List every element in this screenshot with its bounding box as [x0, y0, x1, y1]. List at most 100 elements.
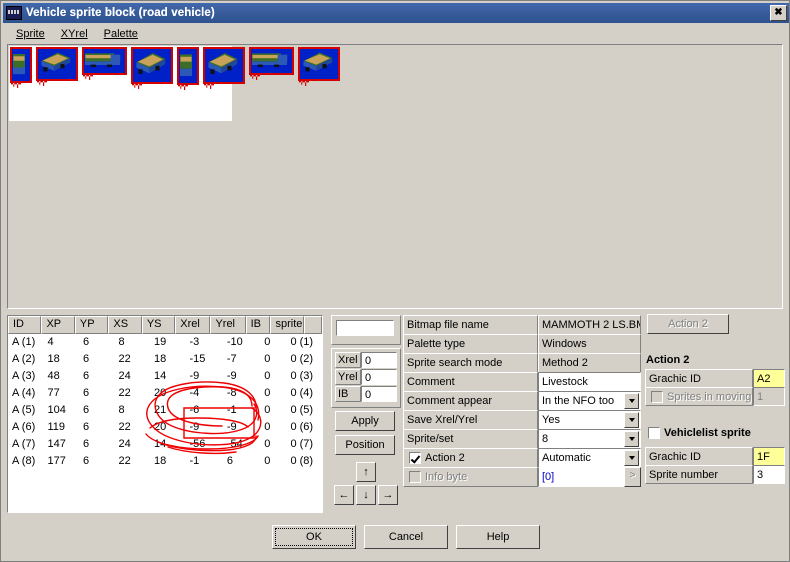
nudge-down-button[interactable]: ↓ — [356, 485, 376, 505]
table-cell-yp: 6 — [83, 421, 90, 433]
xrel-input[interactable]: 0 — [361, 352, 397, 368]
table-cell-yrel: -1 — [226, 404, 237, 416]
table-column-header[interactable]: YS — [141, 316, 176, 334]
table-row[interactable]: A (7) 147 6 24 14 -56 -54 0 0 (7) — [8, 436, 322, 453]
ok-button[interactable]: OK — [272, 525, 356, 549]
chevron-down-icon[interactable] — [624, 450, 639, 466]
position-button[interactable]: Position — [335, 435, 395, 455]
table-cell-sprite: 0 (7) — [290, 438, 314, 450]
apply-button[interactable]: Apply — [335, 411, 395, 431]
window-title: Vehicle sprite block (road vehicle) — [26, 7, 215, 19]
sprite-name-input[interactable] — [336, 320, 394, 336]
action2-button[interactable]: Action 2 — [647, 314, 729, 334]
table-cell-id: A (7) — [12, 438, 36, 450]
nudge-up-button[interactable]: ↑ — [356, 462, 376, 482]
table-row[interactable]: A (6) 119 6 22 20 -9 -9 0 0 (6) — [8, 419, 322, 436]
chevron-down-icon[interactable] — [624, 393, 639, 409]
table-cell-yrel: -9 — [226, 421, 237, 433]
close-button[interactable]: ✖ — [770, 5, 787, 21]
table-column-header[interactable]: IB — [245, 316, 271, 334]
table-cell-id: A (6) — [12, 421, 36, 433]
vehiclelist-sprite-checkbox[interactable] — [648, 427, 660, 439]
property-value-text: In the NFO too — [542, 395, 615, 407]
vehiclelist-sprite-number-label: Sprite number — [645, 465, 753, 484]
nudge-left-button[interactable]: ← — [334, 485, 354, 505]
table-cell-xp: 177 — [47, 455, 66, 467]
info-byte-expand-button[interactable]: > — [624, 467, 641, 487]
table-row[interactable]: A (8) 177 6 22 18 -1 6 0 0 (8) — [8, 453, 322, 470]
property-value[interactable]: Yes — [538, 410, 641, 430]
vehiclelist-sprite-number-row[interactable]: Sprite number 3 — [645, 465, 785, 484]
property-row[interactable]: Sprite/set 8 — [403, 429, 641, 449]
sprite-thumbnail[interactable] — [10, 47, 32, 88]
table-row[interactable]: A (5) 104 6 8 21 -6 -1 0 0 (5) — [8, 402, 322, 419]
help-button[interactable]: Help — [456, 525, 540, 549]
table-column-header[interactable]: YP — [74, 316, 109, 334]
table-cell-id: A (3) — [12, 370, 36, 382]
property-row[interactable]: Sprite search mode Method 2 — [403, 353, 641, 373]
table-cell-yrel: -8 — [226, 387, 237, 399]
action2-graphic-id-row[interactable]: Grachic ID A2 — [645, 369, 785, 388]
table-row[interactable]: A (3) 48 6 24 14 -9 -9 0 0 (3) — [8, 368, 322, 385]
table-column-header[interactable]: Xrel — [175, 316, 211, 334]
property-row[interactable]: Comment Livestock — [403, 372, 641, 392]
menu-item-sprite[interactable]: Sprite — [9, 27, 54, 41]
table-cell-ib: 0 — [264, 370, 271, 382]
sprite-table[interactable]: ID XP YP XS YS Xrel Yrel IB sprite A (1) 4 6 8 19 -3 -… — [7, 315, 323, 513]
sprite-preview-area[interactable] — [7, 44, 783, 309]
sprite-thumbnail[interactable] — [203, 47, 245, 89]
sprite-thumbnail[interactable] — [131, 47, 173, 89]
sprite-thumbnail[interactable] — [249, 47, 294, 80]
table-cell-xrel: -1 — [189, 455, 200, 467]
table-row[interactable]: A (1) 4 6 8 19 -3 -10 0 0 (1) — [8, 334, 322, 351]
vehiclelist-graphic-id-value[interactable]: 1F — [753, 447, 785, 466]
sprite-thumbnail[interactable] — [36, 47, 78, 86]
chevron-down-icon[interactable] — [624, 412, 639, 428]
property-value[interactable]: Automatic — [538, 448, 641, 468]
yrel-input[interactable]: 0 — [361, 369, 397, 385]
table-column-header[interactable]: XP — [41, 316, 75, 334]
menu-item-xyrel[interactable]: XYrel — [54, 27, 97, 41]
property-row[interactable]: Save Xrel/Yrel Yes — [403, 410, 641, 430]
nudge-right-button[interactable]: → — [378, 485, 398, 505]
vehiclelist-sprite-toggle[interactable]: Vehiclelist sprite — [646, 427, 751, 439]
chevron-down-icon[interactable] — [624, 431, 639, 447]
property-value[interactable]: Livestock — [538, 372, 641, 392]
property-label-text: Sprite/set — [407, 432, 454, 445]
sprite-thumbnail[interactable] — [298, 47, 340, 86]
table-column-header[interactable]: XS — [108, 316, 142, 334]
table-row[interactable]: A (2) 18 6 22 18 -15 -7 0 0 (2) — [8, 351, 322, 368]
menu-item-palette[interactable]: Palette — [97, 27, 147, 41]
table-row[interactable]: A (4) 77 6 22 20 -4 -8 0 0 (4) — [8, 385, 322, 402]
property-label: Sprite/set — [403, 429, 538, 449]
table-cell-sprite: 0 (6) — [290, 421, 314, 433]
table-column-header[interactable]: sprite — [270, 316, 304, 334]
property-value[interactable]: In the NFO too — [538, 391, 641, 411]
sprites-in-moving-label-text: Sprites in moving — [667, 390, 752, 403]
sprite-thumbnail[interactable] — [82, 47, 127, 80]
table-column-header[interactable]: Yrel — [210, 316, 246, 334]
property-value[interactable]: 8 — [538, 429, 641, 449]
xrel-field-label: Xrel — [335, 352, 361, 368]
table-cell-ib: 0 — [264, 404, 271, 416]
sprite-thumbnail-image — [205, 49, 243, 82]
vehiclelist-sprite-number-value[interactable]: 3 — [753, 465, 785, 484]
sprite-thumbnail-image — [84, 49, 125, 73]
ib-field-label: IB — [335, 386, 361, 402]
action2-graphic-id-value[interactable]: A2 — [753, 369, 785, 388]
table-column-header[interactable]: ID — [8, 316, 42, 334]
close-icon: ✖ — [774, 7, 783, 18]
sprite-thumbnail[interactable] — [177, 47, 199, 90]
property-row[interactable]: Action 2 Automatic — [403, 448, 641, 468]
cancel-button[interactable]: Cancel — [364, 525, 448, 549]
table-cell-xs: 24 — [118, 438, 131, 450]
table-column-header[interactable] — [303, 316, 322, 334]
vehiclelist-graphic-id-row[interactable]: Grachic ID 1F — [645, 447, 785, 466]
ib-input[interactable]: 0 — [361, 386, 397, 402]
property-row[interactable]: Comment appear In the NFO too — [403, 391, 641, 411]
property-row[interactable]: Bitmap file name MAMMOTH 2 LS.BMP — [403, 315, 641, 335]
table-cell-ib: 0 — [264, 438, 271, 450]
property-row[interactable]: Palette type Windows — [403, 334, 641, 354]
table-cell-xs: 22 — [118, 387, 131, 399]
property-checkbox[interactable] — [409, 452, 421, 464]
